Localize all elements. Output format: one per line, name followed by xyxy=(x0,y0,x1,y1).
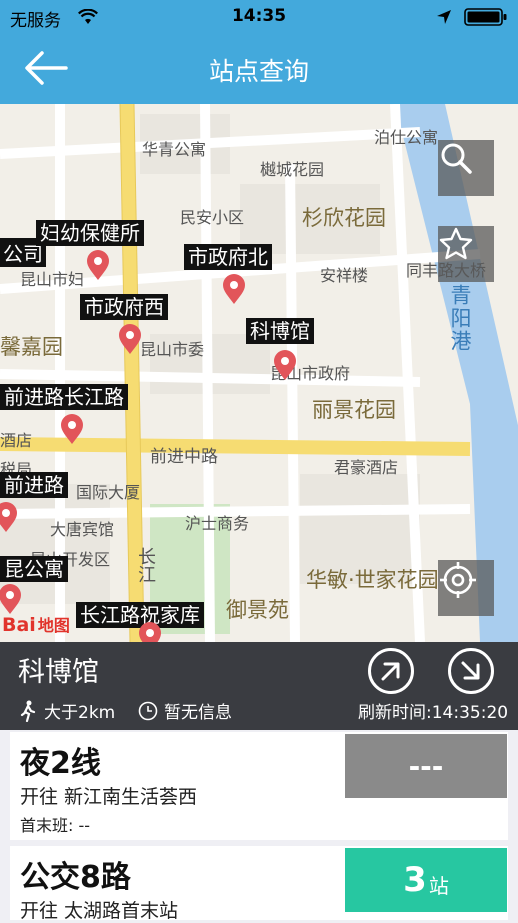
map-pin-icon[interactable] xyxy=(61,414,83,444)
refresh-label: 刷新时间:14:35:20 xyxy=(358,703,509,723)
map-pin-icon[interactable] xyxy=(0,502,17,532)
eta-box: 3 站 xyxy=(345,848,507,912)
eta-box: --- xyxy=(345,734,507,798)
distance-info: 大于2km xyxy=(18,698,115,723)
map-pin-icon[interactable] xyxy=(119,324,141,354)
route-name: 夜2线 xyxy=(20,746,101,781)
battery-icon xyxy=(464,8,507,26)
distance-label: 大于2km xyxy=(44,703,116,723)
location-arrow-icon xyxy=(437,10,451,24)
route-card[interactable]: 夜2线 开往 新江南生活荟西 首末班: -- --- xyxy=(10,732,508,840)
route-direction: 开往 太湖路首末站 xyxy=(20,900,179,922)
station-name: 科博馆 xyxy=(18,657,99,688)
arrow-down-right-icon xyxy=(461,661,480,680)
route-name: 公交8路 xyxy=(20,860,131,895)
map-locate-button[interactable] xyxy=(438,560,494,616)
map-pin-icon[interactable] xyxy=(87,250,109,280)
walking-icon xyxy=(20,700,36,722)
station-info-bar: 科博馆 大于2km 暂无信息 刷新时间:14:35:20 xyxy=(0,642,518,730)
arrival-info: 暂无信息 xyxy=(138,698,232,723)
direction-button[interactable] xyxy=(448,648,494,694)
refresh-time: 刷新时间:14:35:20 xyxy=(358,698,508,723)
map-pin-icon[interactable] xyxy=(0,584,21,614)
arrow-up-right-icon xyxy=(381,662,400,681)
map-pin-icon[interactable] xyxy=(139,622,161,642)
map-favorite-button[interactable] xyxy=(438,226,494,282)
map-pin-icon[interactable] xyxy=(223,274,245,304)
clock-icon xyxy=(138,701,158,720)
star-icon xyxy=(439,227,473,260)
eta-unit: 站 xyxy=(428,873,449,898)
route-card[interactable]: 公交8路 开往 太湖路首末站 3 站 xyxy=(10,846,508,922)
locate-icon xyxy=(440,562,476,598)
status-bar: 无服务 14:35 xyxy=(0,0,518,34)
map-pin-icon[interactable] xyxy=(274,350,296,380)
eta-count: 3 xyxy=(403,860,427,900)
arrival-label: 暂无信息 xyxy=(164,703,232,723)
nav-bar: 站点查询 xyxy=(0,34,518,104)
search-icon xyxy=(441,143,472,174)
map-search-button[interactable] xyxy=(438,140,494,196)
page-title: 站点查询 xyxy=(208,57,309,86)
route-direction: 开往 新江南生活荟西 xyxy=(20,786,198,808)
map-view[interactable]: 华青公寓 泊仕公寓 樾城花园 民安小区 杉欣花园 安祥楼 同丰路大桥 昆山市妇 … xyxy=(0,104,518,642)
route-first-last: 首末班: -- xyxy=(20,816,91,835)
navigate-button[interactable] xyxy=(368,648,414,694)
baidu-map-logo: Bai 地图 xyxy=(2,614,70,636)
eta-label: --- xyxy=(408,749,444,783)
